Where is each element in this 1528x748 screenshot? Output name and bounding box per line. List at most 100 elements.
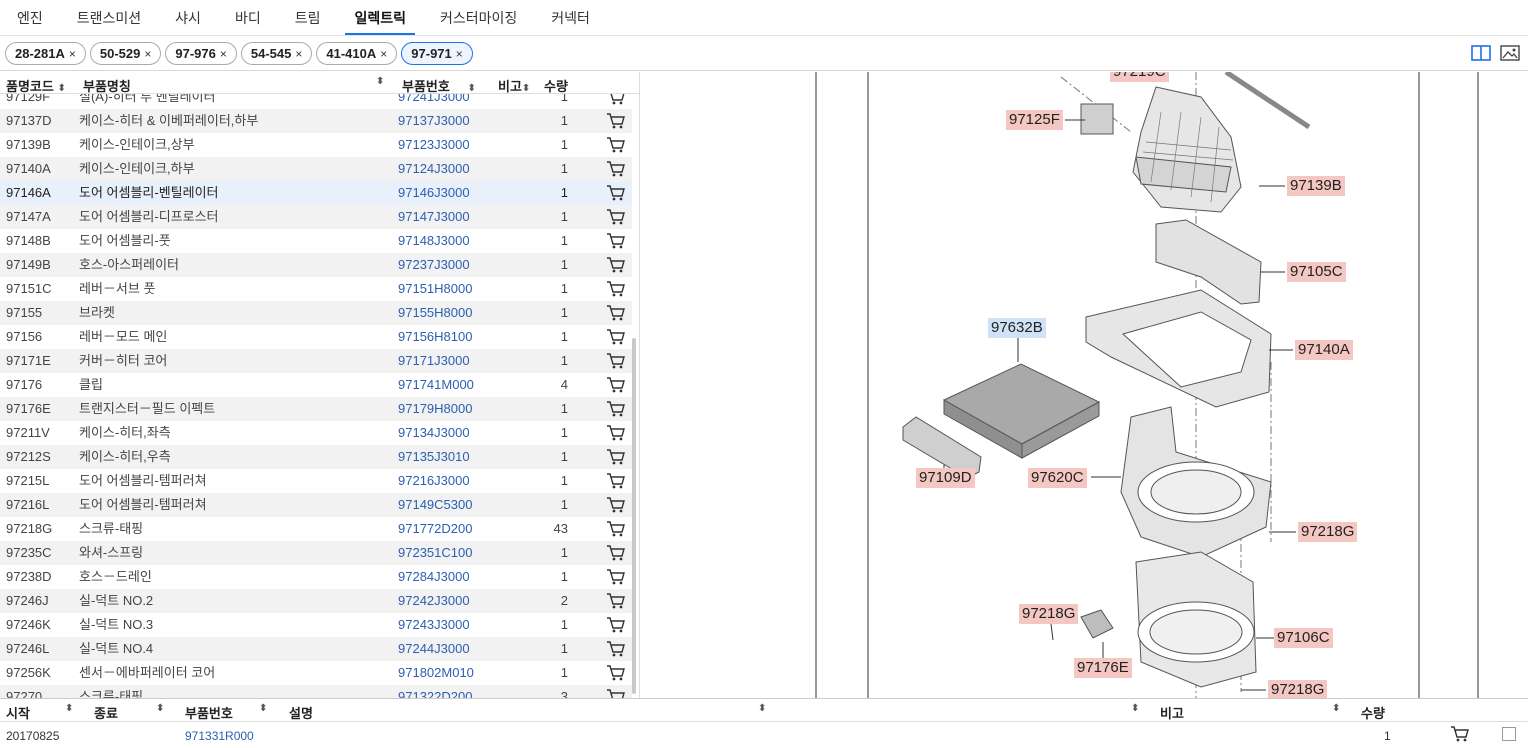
part-number-link[interactable]: 972351C100 [398,541,472,565]
part-number-link[interactable]: 97151H8000 [398,277,472,301]
table-row[interactable]: 97176 클립 971741M000 4 [0,373,632,397]
tab-3[interactable]: 바디 [218,0,278,36]
chip-close-icon[interactable]: × [295,47,302,61]
tab-0[interactable]: 엔진 [0,0,60,36]
table-row[interactable]: 97149B 호스-아스퍼레이터 97237J3000 1 [0,253,632,277]
part-number-link[interactable]: 97237J3000 [398,253,470,277]
detail-header-qty[interactable]: 수량 [1361,703,1385,722]
chip-close-icon[interactable]: × [456,47,463,61]
diagram-callout[interactable]: 97176E [1074,658,1132,678]
chip-close-icon[interactable]: × [380,47,387,61]
table-row[interactable]: 97235C 와셔-스프링 972351C100 1 [0,541,632,565]
part-number-link[interactable]: 97155H8000 [398,301,472,325]
header-number[interactable]: 부품번호 ⬍ [402,76,476,95]
part-number-link[interactable]: 971741M000 [398,373,474,397]
detail-end-sort-icon[interactable]: ⬍ [156,703,164,714]
add-to-cart-icon[interactable] [606,688,626,698]
table-row[interactable]: 97246J 실-덕트 NO.2 97242J3000 2 [0,589,632,613]
detail-number-sort-icon[interactable]: ⬍ [259,703,267,714]
part-number-link[interactable]: 97156H8100 [398,325,472,349]
table-row[interactable]: 97215L 도어 어셈블리-템퍼러쳐 97216J3000 1 [0,469,632,493]
table-row[interactable]: 97256K 센서－에바퍼레이터 코어 971802M010 1 [0,661,632,685]
part-number-link[interactable]: 97147J3000 [398,205,470,229]
table-row[interactable]: 97147A 도어 어셈블리-디프로스터 97147J3000 1 [0,205,632,229]
part-number-link[interactable]: 97244J3000 [398,637,470,661]
table-row[interactable]: 97246K 실-덕트 NO.3 97243J3000 1 [0,613,632,637]
image-view-icon[interactable] [1500,44,1520,64]
part-number-link[interactable]: 97135J3010 [398,445,470,469]
diagram-callout[interactable]: 97109D [916,468,975,488]
table-row[interactable]: 97211V 케이스-히터,좌측 97134J3000 1 [0,421,632,445]
filter-chip[interactable]: 54-545 × [240,42,313,65]
table-row[interactable]: 97140A 케이스-인테이크,하부 97124J3000 1 [0,157,632,181]
table-row[interactable]: 97156 레버－모드 메인 97156H8100 1 [0,325,632,349]
detail-start-sort-icon[interactable]: ⬍ [65,703,73,714]
diagram-callout[interactable]: 97218G [1298,522,1358,542]
part-number-link[interactable]: 97243J3000 [398,613,470,637]
part-number-link[interactable]: 97171J3000 [398,349,470,373]
diagram-callout[interactable]: 97632B [988,318,1046,338]
diagram-callout[interactable]: 97105C [1287,262,1346,282]
part-number-link[interactable]: 97124J3000 [398,157,470,181]
header-note[interactable]: 비고⬍ [498,76,530,95]
header-name-sort-icon[interactable]: ⬍ [376,76,384,87]
part-number-link[interactable]: 97148J3000 [398,229,470,253]
detail-part-number-link[interactable]: 971331R000 [185,729,254,743]
add-to-cart-icon[interactable] [1450,725,1470,746]
detail-header-start[interactable]: 시작 [6,703,30,722]
diagram-callout[interactable]: 97125F [1006,110,1063,130]
table-row[interactable]: 97218G 스크류-태핑 971772D200 43 [0,517,632,541]
table-row[interactable]: 97212S 케이스-히터,우측 97135J3010 1 [0,445,632,469]
tab-2[interactable]: 샤시 [158,0,218,36]
table-row[interactable]: 97148B 도어 어셈블리-풋 97148J3000 1 [0,229,632,253]
chip-close-icon[interactable]: × [69,47,76,61]
part-number-link[interactable]: 97123J3000 [398,133,470,157]
tab-1[interactable]: 트랜스미션 [60,0,158,36]
chip-close-icon[interactable]: × [144,47,151,61]
filter-chip[interactable]: 41-410A × [316,42,398,65]
diagram-callout[interactable]: 97139B [1287,176,1345,196]
table-row[interactable]: 97137D 케이스-히터 & 이베퍼레이터,하부 97137J3000 1 [0,109,632,133]
filter-chip[interactable]: 50-529 × [89,42,162,65]
table-row[interactable]: 97139B 케이스-인테이크,상부 97123J3000 1 [0,133,632,157]
tab-4[interactable]: 트림 [278,0,338,36]
detail-header-end[interactable]: 종료 [94,703,118,722]
list-scrollbar[interactable] [632,338,636,694]
part-number-link[interactable]: 97284J3000 [398,565,470,589]
table-row[interactable]: 97151C 레버－서브 풋 97151H8000 1 [0,277,632,301]
filter-chip[interactable]: 97-976 × [165,42,237,65]
header-name[interactable]: 부품명칭 [83,76,131,95]
part-number-link[interactable]: 97146J3000 [398,181,470,205]
table-row[interactable]: 97216L 도어 어셈블리-템퍼러쳐 97149C5300 1 [0,493,632,517]
diagram-callout[interactable]: 97218G [1019,604,1079,624]
tab-6[interactable]: 커스터마이징 [423,0,534,36]
detail-header-desc[interactable]: 설명 [289,703,313,722]
table-row[interactable]: 97246L 실-덕트 NO.4 97244J3000 1 [0,637,632,661]
detail-note-sort-icon[interactable]: ⬍ [1332,703,1340,714]
diagram-callout[interactable]: 97219C [1110,72,1169,82]
header-qty[interactable]: 수량 [544,76,568,95]
filter-chip[interactable]: 97-971 × [401,42,473,65]
part-number-link[interactable]: 97134J3000 [398,421,470,445]
table-row[interactable]: 97238D 호스－드레인 97284J3000 1 [0,565,632,589]
part-number-link[interactable]: 97242J3000 [398,589,470,613]
diagram-callout[interactable]: 97106C [1274,628,1333,648]
table-row[interactable]: 97171E 커버－히터 코어 97171J3000 1 [0,349,632,373]
part-number-link[interactable]: 97216J3000 [398,469,470,493]
part-number-link[interactable]: 971772D200 [398,517,472,541]
table-row[interactable]: 97155 브라켓 97155H8000 1 [0,301,632,325]
detail-desc-sort-icon[interactable]: ⬍ [758,703,766,714]
part-number-link[interactable]: 97137J3000 [398,109,470,133]
header-code[interactable]: 품명코드 ⬍ [6,76,66,95]
detail-header-number[interactable]: 부품번호 [185,703,233,722]
part-number-link[interactable]: 971802M010 [398,661,474,685]
table-row[interactable]: 97176E 트랜지스터－필드 이펙트 97179H8000 1 [0,397,632,421]
detail-extra-sort-icon[interactable]: ⬍ [1131,703,1139,714]
detail-row[interactable]: 20170825 971331R000 1 [0,722,1528,748]
filter-chip[interactable]: 28-281A × [5,42,86,65]
diagram-callout[interactable]: 97140A [1295,340,1353,360]
diagram-callout[interactable]: 97218G [1268,680,1328,698]
part-number-link[interactable]: 97179H8000 [398,397,472,421]
tab-7[interactable]: 커넥터 [534,0,607,36]
detail-row-checkbox[interactable] [1502,727,1516,741]
